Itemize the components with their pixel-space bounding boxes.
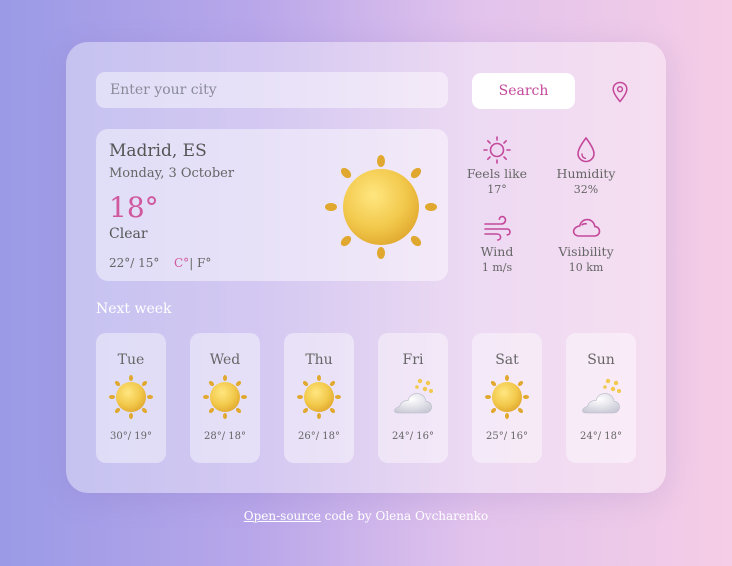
search-button[interactable]: Search	[472, 73, 575, 109]
forecast-temp-range: 24°/ 18°	[580, 431, 622, 442]
stat-value: 1 m/s	[481, 261, 513, 274]
location-pin-icon[interactable]	[611, 81, 629, 103]
forecast-day: Thu 26°/ 18°	[284, 333, 354, 463]
sun-icon	[485, 375, 529, 419]
sun-icon	[203, 375, 247, 419]
unit-fahrenheit[interactable]: | F°	[189, 256, 211, 270]
forecast-day-name: Fri	[402, 352, 424, 368]
weather-condition: Clear	[109, 226, 148, 242]
stat-label: Wind	[480, 244, 514, 259]
stat-label: Visibility	[558, 244, 614, 259]
stat-feels-like: Feels like 17°	[457, 135, 537, 196]
cloud-sun-icon	[582, 378, 621, 414]
wind-icon	[484, 215, 511, 241]
forecast-temp-range: 25°/ 16°	[486, 431, 528, 442]
unit-celsius[interactable]: C°	[174, 256, 189, 270]
forecast-temp-range: 24°/ 16°	[392, 431, 434, 442]
forecast-day-name: Thu	[305, 352, 333, 368]
city-search-input[interactable]	[96, 72, 448, 108]
forecast-day: Fri 24°/ 16°	[378, 333, 448, 463]
temp-range: 22°/ 15°	[109, 256, 160, 270]
forecast-day: Sun 24°/ 18°	[566, 333, 636, 463]
forecast-day-name: Sat	[495, 352, 519, 368]
stat-visibility: Visibility 10 km	[546, 213, 626, 274]
forecast-temp-range: 28°/ 18°	[204, 431, 246, 442]
cloud-sun-icon	[394, 378, 433, 414]
open-source-link[interactable]: Open-source	[244, 509, 321, 523]
current-temperature: 18°	[109, 191, 159, 224]
weather-card: Search Madrid, ES Monday, 3 October 18° …	[66, 42, 666, 493]
stat-value: 32%	[573, 183, 599, 196]
current-weather-panel: Madrid, ES Monday, 3 October 18° Clear 2…	[96, 129, 448, 281]
unit-toggle[interactable]: C°| F°	[174, 256, 211, 270]
stat-wind: Wind 1 m/s	[457, 213, 537, 274]
stat-label: Humidity	[556, 166, 616, 181]
forecast-day: Sat 25°/ 16°	[472, 333, 542, 463]
forecast-temp-range: 30°/ 19°	[110, 431, 152, 442]
forecast-day: Wed 28°/ 18°	[190, 333, 260, 463]
sun-icon	[483, 136, 511, 164]
city-name: Madrid, ES	[109, 141, 207, 161]
stat-label: Feels like	[466, 166, 528, 181]
next-week-title: Next week	[96, 301, 172, 317]
sun-icon	[109, 375, 153, 419]
forecast-day-name: Sun	[587, 352, 615, 368]
sun-icon	[297, 375, 341, 419]
footer-credit: code by Olena Ovcharenko	[320, 509, 489, 523]
stat-humidity: Humidity 32%	[546, 135, 626, 196]
forecast-day: Tue 30°/ 19°	[96, 333, 166, 463]
forecast-temp-range: 26°/ 18°	[298, 431, 340, 442]
footer: Open-source code by Olena Ovcharenko	[0, 509, 732, 523]
large-sun-icon	[325, 155, 437, 259]
cloud-icon	[572, 218, 601, 237]
stat-value: 17°	[487, 183, 507, 196]
forecast-day-name: Tue	[117, 352, 145, 368]
droplet-icon	[577, 136, 595, 163]
current-date: Monday, 3 October	[109, 166, 235, 181]
forecast-day-name: Wed	[209, 352, 241, 368]
stat-value: 10 km	[568, 261, 604, 274]
